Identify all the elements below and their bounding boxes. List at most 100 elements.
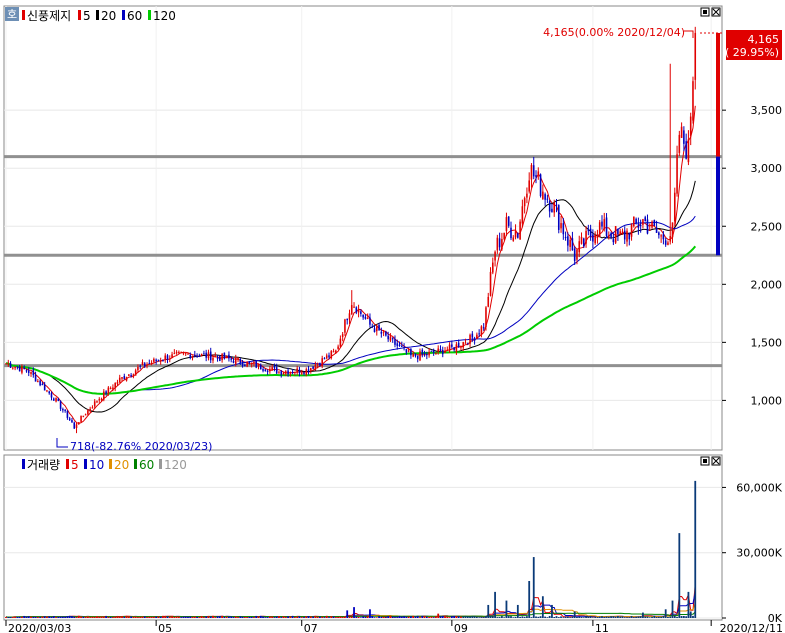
- volume-bar: [232, 617, 235, 618]
- volume-bar: [378, 616, 380, 618]
- candle-body: [394, 339, 396, 345]
- candle-body: [123, 376, 126, 380]
- candle-body: [680, 126, 683, 138]
- candle-body: [633, 216, 635, 227]
- candle-body: [608, 235, 610, 238]
- volume-bar: [512, 617, 515, 618]
- candle-body: [646, 219, 649, 234]
- candle-body: [487, 296, 490, 307]
- candle-body: [603, 219, 606, 230]
- candle-body: [478, 333, 480, 335]
- candle-body: [21, 366, 23, 373]
- candle-body: [310, 368, 312, 371]
- candle-body: [87, 410, 89, 415]
- candle-body: [628, 233, 631, 240]
- volume-bar: [591, 617, 594, 618]
- candle-body: [446, 349, 449, 351]
- volume-bar: [116, 615, 119, 618]
- volume-bar: [118, 616, 121, 618]
- candle-body: [71, 420, 73, 423]
- volume-bar: [41, 616, 44, 618]
- candle-body: [344, 319, 346, 333]
- candle-body: [234, 358, 237, 364]
- candle-body: [662, 234, 665, 240]
- volume-bar: [291, 615, 294, 618]
- candle-body: [642, 219, 644, 225]
- candle-body: [644, 217, 647, 222]
- candle-body: [296, 368, 298, 373]
- candle-body: [519, 221, 521, 240]
- volume-bar: [667, 616, 669, 618]
- candle-body: [373, 328, 376, 332]
- volume-bar: [639, 616, 642, 618]
- candle-body: [471, 333, 474, 338]
- candle-body: [346, 318, 349, 321]
- candle-body: [639, 225, 642, 227]
- candle-body: [464, 342, 467, 344]
- candle-body: [673, 192, 676, 222]
- candle-body: [350, 305, 353, 314]
- volume-bar: [234, 616, 237, 618]
- max-price-label: 4,165(0.00% 2020/12/04): [543, 26, 685, 39]
- candle-body: [610, 233, 612, 238]
- volume-bar: [198, 617, 201, 618]
- volume-bar: [284, 617, 287, 618]
- stock-name: 신풍제지: [27, 9, 71, 23]
- volume-bar: [344, 616, 346, 618]
- candle-body: [687, 139, 690, 163]
- volume-bar: [580, 617, 583, 618]
- volume-bar: [566, 616, 569, 618]
- candle-body: [505, 217, 508, 231]
- candle-body: [398, 344, 401, 346]
- candle-body: [469, 334, 471, 344]
- volume-bar: [171, 616, 173, 618]
- volume-bar: [137, 617, 139, 618]
- volume-bar: [569, 617, 572, 618]
- volume-bar: [555, 616, 558, 618]
- candle-body: [321, 358, 323, 367]
- volume-bar: [250, 616, 253, 618]
- volume-bar: [287, 616, 289, 618]
- volume-bar: [268, 616, 271, 618]
- candle-body: [298, 369, 301, 374]
- volume-bar: [96, 616, 98, 618]
- candle-body: [364, 316, 367, 319]
- candle-body: [255, 361, 258, 368]
- candle-body: [539, 174, 542, 197]
- volume-bar: [66, 616, 69, 618]
- volume-bar: [100, 616, 103, 618]
- candle-body: [230, 358, 233, 360]
- candle-body: [207, 352, 210, 359]
- volume-bar: [123, 617, 126, 618]
- volume-bar: [419, 617, 421, 618]
- candle-body: [589, 228, 592, 237]
- candle-body: [380, 331, 383, 334]
- candle-body: [280, 371, 283, 375]
- volume-bar: [353, 607, 355, 618]
- candle-body: [259, 364, 262, 370]
- volume-bar: [635, 616, 638, 618]
- candle-body: [592, 234, 594, 242]
- volume-bar: [36, 617, 39, 618]
- volume-bar: [628, 617, 631, 618]
- candle-body: [594, 235, 596, 244]
- candle-body: [180, 352, 182, 354]
- price-tick-label: 1,500: [751, 336, 783, 349]
- candle-body: [391, 338, 394, 340]
- candle-body: [50, 393, 53, 398]
- candle-body: [428, 351, 430, 356]
- volume-bar: [500, 616, 503, 618]
- candle-body: [109, 388, 112, 390]
- volume-bar: [537, 616, 540, 618]
- price-range-marker-down: [716, 156, 720, 256]
- volume-bar: [298, 616, 301, 618]
- legend-marker-ma20: [96, 10, 99, 20]
- volume-axis: 0K30,000K60,000K: [722, 481, 783, 625]
- volume-bar: [187, 616, 189, 618]
- volume-bar: [557, 617, 560, 618]
- volume-bar: [303, 617, 305, 618]
- volume-bar: [680, 616, 683, 618]
- volume-bar: [75, 617, 78, 618]
- volume-bar: [359, 617, 362, 618]
- volume-tick-label: 60,000K: [736, 481, 782, 494]
